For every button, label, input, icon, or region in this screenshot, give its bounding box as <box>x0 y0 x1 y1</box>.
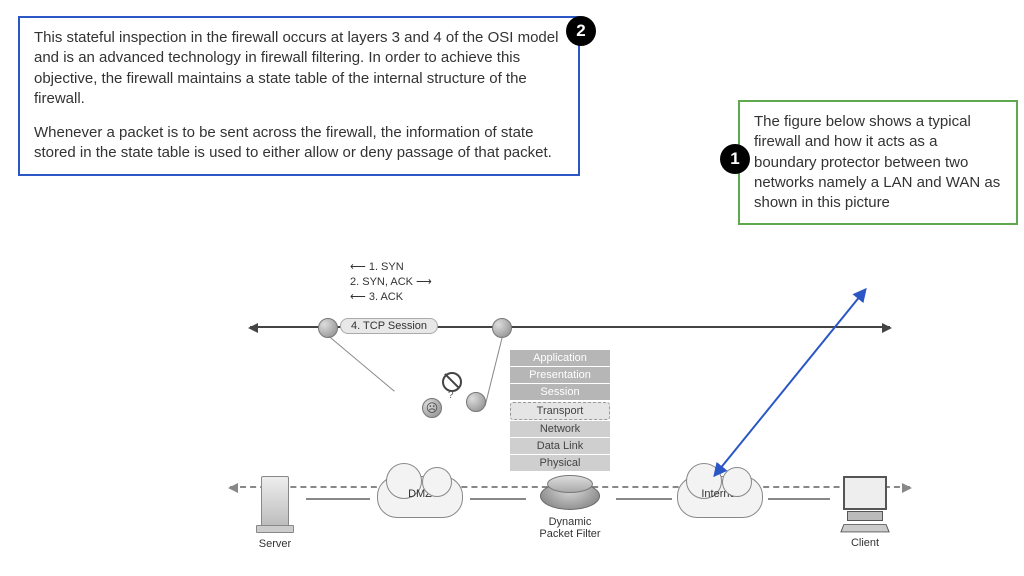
dmz-cell: DMZ <box>370 476 470 518</box>
hs-syn: ⟵ 1. SYN <box>350 260 432 275</box>
client-pc-icon <box>840 476 890 533</box>
badge-2: 2 <box>566 16 596 46</box>
client-cell: Client <box>830 476 900 549</box>
callout-green-text: The figure below shows a typical firewal… <box>754 113 1000 211</box>
osi-network: Network <box>510 421 610 438</box>
badge-1: 1 <box>720 144 750 174</box>
link-server-dmz <box>306 498 370 500</box>
tcp-handshake-list: ⟵ 1. SYN 2. SYN, ACK ⟶ ⟵ 3. ACK <box>350 260 432 305</box>
callout-green: The figure below shows a typical firewal… <box>738 100 1018 225</box>
callout-blue: This stateful inspection in the firewall… <box>18 16 580 176</box>
link-internet-client <box>768 498 830 500</box>
hs-ack: ⟵ 3. ACK <box>350 290 432 305</box>
server-label: Server <box>240 538 310 550</box>
hs-synack: 2. SYN, ACK ⟶ <box>350 275 432 290</box>
face-icon: ☹ <box>422 398 442 418</box>
internet-label: Internet <box>678 488 762 500</box>
server-icon <box>261 476 289 528</box>
leg-left <box>328 336 395 392</box>
internet-cell: Internet <box>670 476 770 518</box>
filter-label-1: Dynamic <box>520 516 620 528</box>
osi-presentation: Presentation <box>510 367 610 384</box>
callout-blue-p2: Whenever a packet is to be sent across t… <box>34 123 564 164</box>
router-icon <box>540 482 600 510</box>
internet-cloud-icon: Internet <box>677 476 763 518</box>
filter-cell: Dynamic Packet Filter <box>520 476 620 540</box>
client-label: Client <box>830 537 900 549</box>
deny-icon <box>442 372 462 392</box>
osi-session: Session <box>510 384 610 401</box>
session-node <box>466 392 486 412</box>
osi-physical: Physical <box>510 455 610 472</box>
osi-transport: Transport <box>510 402 610 420</box>
dmz-label: DMZ <box>378 488 462 500</box>
leg-right <box>485 336 503 406</box>
link-dmz-filter <box>470 498 526 500</box>
filter-label-2: Packet Filter <box>520 528 620 540</box>
query-mark: ? <box>448 390 454 401</box>
osi-datalink: Data Link <box>510 438 610 455</box>
firewall-diagram: ⟵ 1. SYN 2. SYN, ACK ⟶ ⟵ 3. ACK 4. TCP S… <box>220 260 920 560</box>
link-filter-internet <box>616 498 672 500</box>
dmz-cloud-icon: DMZ <box>377 476 463 518</box>
osi-stack: Application Presentation Session Transpo… <box>510 350 610 472</box>
osi-application: Application <box>510 350 610 367</box>
server-cell: Server <box>240 476 310 550</box>
callout-blue-p1: This stateful inspection in the firewall… <box>34 28 564 109</box>
tcp-session-label: 4. TCP Session <box>340 318 438 334</box>
